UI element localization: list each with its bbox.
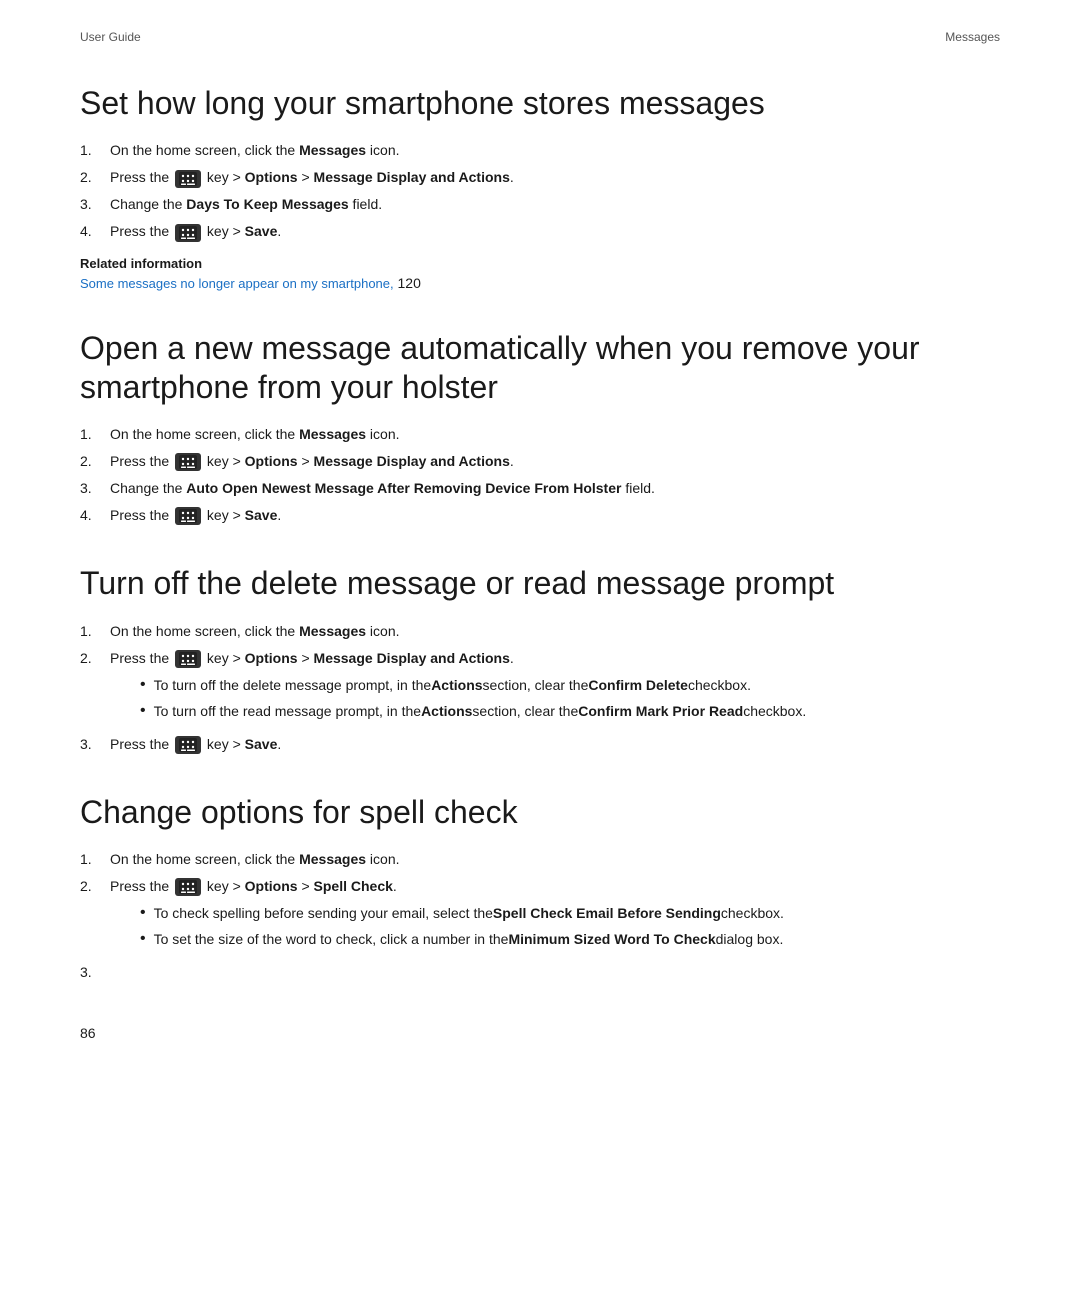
- step-item: 4.Press the key > Save.: [80, 505, 1000, 526]
- step-item: 1.On the home screen, click the Messages…: [80, 424, 1000, 445]
- section-delete-prompt-steps: 1.On the home screen, click the Messages…: [80, 621, 1000, 755]
- section-delete-prompt-title: Turn off the delete message or read mess…: [80, 564, 1000, 602]
- sections-container: Set how long your smartphone stores mess…: [80, 84, 1000, 983]
- section-holster-steps: 1.On the home screen, click the Messages…: [80, 424, 1000, 526]
- step-number: 1.: [80, 849, 110, 870]
- step-content: Press the key > Save.: [110, 505, 1000, 526]
- related-info-title: Related information: [80, 256, 1000, 271]
- step-number: 4.: [80, 221, 110, 242]
- header-left: User Guide: [80, 30, 141, 44]
- blackberry-key-icon: [175, 736, 201, 754]
- step-content: Change the Days To Keep Messages field.: [110, 194, 1000, 215]
- bullet-item: To check spelling before sending your em…: [140, 903, 1000, 924]
- step-content: On the home screen, click the Messages i…: [110, 621, 1000, 642]
- step-content: On the home screen, click the Messages i…: [110, 424, 1000, 445]
- step-content: Press the key > Options > Message Displa…: [110, 167, 1000, 188]
- section-delete-prompt: Turn off the delete message or read mess…: [80, 564, 1000, 754]
- step-content: Press the key > Save.: [110, 734, 1000, 755]
- step-content: Change the Auto Open Newest Message Afte…: [110, 478, 1000, 499]
- step-item: 3.: [80, 962, 1000, 983]
- step-number: 1.: [80, 424, 110, 445]
- related-page-ref: 120: [394, 275, 421, 291]
- page: User Guide Messages Set how long your sm…: [0, 0, 1080, 1296]
- section-store-messages-title: Set how long your smartphone stores mess…: [80, 84, 1000, 122]
- blackberry-key-icon: [175, 453, 201, 471]
- bullet-list: To turn off the delete message prompt, i…: [140, 675, 1000, 722]
- step-item: 3.Change the Days To Keep Messages field…: [80, 194, 1000, 215]
- related-link[interactable]: Some messages no longer appear on my sma…: [80, 276, 394, 291]
- step-number: 2.: [80, 167, 110, 188]
- step-content: Press the key > Options > Message Displa…: [110, 648, 1000, 728]
- bullet-item: To set the size of the word to check, cl…: [140, 929, 1000, 950]
- blackberry-key-icon: [175, 170, 201, 188]
- section-spell-check-title: Change options for spell check: [80, 793, 1000, 831]
- step-content: On the home screen, click the Messages i…: [110, 849, 1000, 870]
- page-footer: 86: [80, 1021, 1000, 1041]
- page-header: User Guide Messages: [80, 30, 1000, 44]
- step-number: 2.: [80, 451, 110, 472]
- step-content: On the home screen, click the Messages i…: [110, 140, 1000, 161]
- blackberry-key-icon: [175, 650, 201, 668]
- step-number: 1.: [80, 621, 110, 642]
- blackberry-key-icon: [175, 224, 201, 242]
- blackberry-key-icon: [175, 507, 201, 525]
- step-item: 3.Press the key > Save.: [80, 734, 1000, 755]
- step-number: 3.: [80, 962, 110, 983]
- step-item: 1.On the home screen, click the Messages…: [80, 621, 1000, 642]
- header-right: Messages: [945, 30, 1000, 44]
- step-item: 2.Press the key > Options > Message Disp…: [80, 451, 1000, 472]
- step-number: 3.: [80, 194, 110, 215]
- step-item: 4.Press the key > Save.: [80, 221, 1000, 242]
- page-number: 86: [80, 1025, 1000, 1041]
- step-number: 1.: [80, 140, 110, 161]
- step-item: 1.On the home screen, click the Messages…: [80, 140, 1000, 161]
- section-holster: Open a new message automatically when yo…: [80, 329, 1000, 526]
- step-item: 2.Press the key > Options > Message Disp…: [80, 167, 1000, 188]
- section-spell-check: Change options for spell check 1.On the h…: [80, 793, 1000, 983]
- blackberry-key-icon: [175, 878, 201, 896]
- section-store-messages-steps: 1.On the home screen, click the Messages…: [80, 140, 1000, 242]
- step-item: 3.Change the Auto Open Newest Message Af…: [80, 478, 1000, 499]
- bullet-item: To turn off the read message prompt, in …: [140, 701, 1000, 722]
- step-item: 1.On the home screen, click the Messages…: [80, 849, 1000, 870]
- step-number: 2.: [80, 648, 110, 669]
- step-item: 2.Press the key > Options > Spell Check.…: [80, 876, 1000, 956]
- step-content: Press the key > Options > Spell Check.To…: [110, 876, 1000, 956]
- section-holster-title: Open a new message automatically when yo…: [80, 329, 1000, 406]
- step-item: 2.Press the key > Options > Message Disp…: [80, 648, 1000, 728]
- bullet-item: To turn off the delete message prompt, i…: [140, 675, 1000, 696]
- bullet-list: To check spelling before sending your em…: [140, 903, 1000, 950]
- section-store-messages: Set how long your smartphone stores mess…: [80, 84, 1000, 291]
- step-number: 3.: [80, 734, 110, 755]
- step-content: Press the key > Save.: [110, 221, 1000, 242]
- section-spell-check-steps: 1.On the home screen, click the Messages…: [80, 849, 1000, 983]
- step-number: 4.: [80, 505, 110, 526]
- related-info: Related information Some messages no long…: [80, 256, 1000, 291]
- step-number: 2.: [80, 876, 110, 897]
- step-content: Press the key > Options > Message Displa…: [110, 451, 1000, 472]
- step-number: 3.: [80, 478, 110, 499]
